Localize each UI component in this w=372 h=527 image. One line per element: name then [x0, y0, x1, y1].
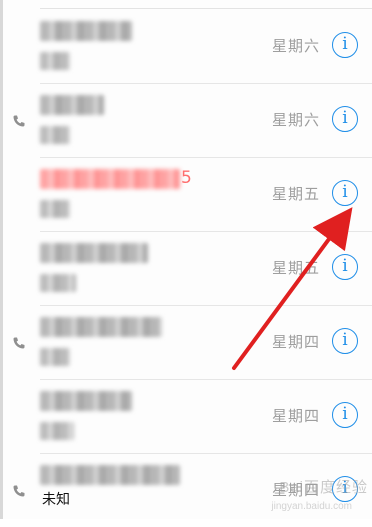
call-detail-blurred	[40, 200, 70, 218]
call-detail-blurred	[40, 348, 70, 366]
info-button-icon[interactable]: i	[332, 180, 358, 206]
info-button-icon[interactable]: i	[332, 402, 358, 428]
phone-icon	[13, 337, 25, 349]
call-history-screen: 星期六 i 星期六 i 5 星期五 i 星期五 i 星期四 i 星期四 i 星期…	[0, 0, 372, 519]
contact-name-blurred	[40, 317, 162, 337]
contact-name-blurred	[40, 465, 180, 485]
call-detail-blurred	[40, 52, 70, 70]
watermark-logo: Bai百度经验	[279, 479, 368, 496]
info-button-icon[interactable]: i	[332, 32, 358, 58]
call-day-label: 星期六	[271, 37, 320, 55]
call-day-label: 星期六	[271, 111, 320, 129]
watermark-url: jingyan.baidu.com	[271, 501, 352, 512]
call-detail-blurred	[40, 422, 74, 440]
call-row[interactable]: 星期六 i	[13, 84, 372, 158]
call-row[interactable]: 星期六 i	[40, 10, 372, 84]
unknown-caller-label: 未知	[42, 492, 70, 508]
call-day-label: 星期五	[271, 185, 320, 203]
info-button-icon[interactable]: i	[332, 328, 358, 354]
call-detail-blurred	[40, 126, 70, 144]
contact-name-blurred	[40, 169, 180, 189]
contact-name-blurred	[40, 391, 132, 411]
call-list: 星期六 i 星期六 i 5 星期五 i 星期五 i 星期四 i 星期四 i 星期…	[0, 10, 372, 527]
info-button-icon[interactable]: i	[332, 254, 358, 280]
contact-name-tail: 5	[181, 168, 192, 188]
phone-icon	[13, 485, 25, 497]
top-divider	[40, 8, 372, 9]
call-detail-blurred	[40, 274, 76, 292]
contact-name-blurred	[40, 243, 148, 263]
call-day-label: 星期四	[271, 407, 320, 425]
call-row-missed[interactable]: 5 星期五 i	[40, 158, 372, 232]
contact-name-blurred	[40, 95, 104, 115]
call-row[interactable]: 星期四 i	[13, 306, 372, 380]
call-day-label: 星期四	[271, 333, 320, 351]
info-button-icon[interactable]: i	[332, 106, 358, 132]
phone-icon	[13, 115, 25, 127]
call-row[interactable]: 星期四 i	[40, 380, 372, 454]
call-day-label: 星期五	[271, 259, 320, 277]
contact-name-blurred	[40, 21, 132, 41]
call-row[interactable]: 星期五 i	[40, 232, 372, 306]
